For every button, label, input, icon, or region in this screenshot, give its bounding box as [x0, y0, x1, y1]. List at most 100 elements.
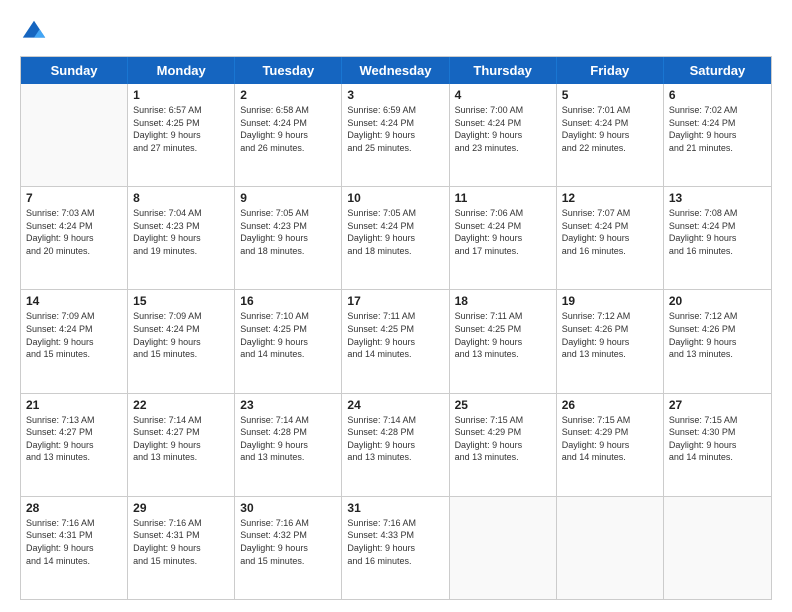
day-number: 13	[669, 191, 766, 205]
day-number: 23	[240, 398, 336, 412]
day-cell-12: 12 Sunrise: 7:07 AM Sunset: 4:24 PM Dayli…	[557, 187, 664, 289]
day-number: 21	[26, 398, 122, 412]
header	[20, 18, 772, 46]
day-cell-17: 17Sunrise: 7:11 AM Sunset: 4:25 PM Dayli…	[342, 290, 449, 392]
day-number: 15	[133, 294, 229, 308]
day-info: Sunrise: 7:16 AM Sunset: 4:31 PM Dayligh…	[26, 517, 122, 567]
day-number: 5	[562, 88, 658, 102]
day-number: 31	[347, 501, 443, 515]
day-number: 19	[562, 294, 658, 308]
day-info: Sunrise: 7:06 AM Sunset: 4:24 PM Dayligh…	[455, 207, 551, 257]
day-number: 30	[240, 501, 336, 515]
calendar-row-5: 28 Sunrise: 7:16 AM Sunset: 4:31 PM Dayli…	[21, 496, 771, 599]
day-cell-24: 24 Sunrise: 7:14 AM Sunset: 4:28 PM Dayli…	[342, 394, 449, 496]
day-info: Sunrise: 7:02 AM Sunset: 4:24 PM Dayligh…	[669, 104, 766, 154]
weekday-sunday: Sunday	[21, 57, 128, 84]
weekday-saturday: Saturday	[664, 57, 771, 84]
day-info: Sunrise: 6:57 AM Sunset: 4:25 PM Dayligh…	[133, 104, 229, 154]
day-info: Sunrise: 7:14 AM Sunset: 4:28 PM Dayligh…	[240, 414, 336, 464]
day-cell-5: 5 Sunrise: 7:01 AM Sunset: 4:24 PM Daylig…	[557, 84, 664, 186]
day-info: Sunrise: 7:16 AM Sunset: 4:32 PM Dayligh…	[240, 517, 336, 567]
day-cell-19: 19Sunrise: 7:12 AM Sunset: 4:26 PM Dayli…	[557, 290, 664, 392]
day-cell-4: 4 Sunrise: 7:00 AM Sunset: 4:24 PM Daylig…	[450, 84, 557, 186]
day-cell-3: 3 Sunrise: 6:59 AM Sunset: 4:24 PM Daylig…	[342, 84, 449, 186]
day-cell-11: 11 Sunrise: 7:06 AM Sunset: 4:24 PM Dayli…	[450, 187, 557, 289]
day-cell-18: 18Sunrise: 7:11 AM Sunset: 4:25 PM Dayli…	[450, 290, 557, 392]
day-cell-2: 2Sunrise: 6:58 AM Sunset: 4:24 PM Daylig…	[235, 84, 342, 186]
day-number: 4	[455, 88, 551, 102]
day-info: Sunrise: 7:15 AM Sunset: 4:30 PM Dayligh…	[669, 414, 766, 464]
calendar-header: SundayMondayTuesdayWednesdayThursdayFrid…	[21, 57, 771, 84]
day-cell-10: 10Sunrise: 7:05 AM Sunset: 4:24 PM Dayli…	[342, 187, 449, 289]
day-info: Sunrise: 7:04 AM Sunset: 4:23 PM Dayligh…	[133, 207, 229, 257]
day-info: Sunrise: 6:59 AM Sunset: 4:24 PM Dayligh…	[347, 104, 443, 154]
calendar-row-4: 21Sunrise: 7:13 AM Sunset: 4:27 PM Dayli…	[21, 393, 771, 496]
calendar: SundayMondayTuesdayWednesdayThursdayFrid…	[20, 56, 772, 600]
day-cell-30: 30 Sunrise: 7:16 AM Sunset: 4:32 PM Dayli…	[235, 497, 342, 599]
day-number: 2	[240, 88, 336, 102]
day-info: Sunrise: 7:01 AM Sunset: 4:24 PM Dayligh…	[562, 104, 658, 154]
day-cell-23: 23 Sunrise: 7:14 AM Sunset: 4:28 PM Dayli…	[235, 394, 342, 496]
day-cell-29: 29 Sunrise: 7:16 AM Sunset: 4:31 PM Dayli…	[128, 497, 235, 599]
day-info: Sunrise: 7:03 AM Sunset: 4:24 PM Dayligh…	[26, 207, 122, 257]
day-cell-6: 6 Sunrise: 7:02 AM Sunset: 4:24 PM Daylig…	[664, 84, 771, 186]
day-number: 28	[26, 501, 122, 515]
day-cell-15: 15 Sunrise: 7:09 AM Sunset: 4:24 PM Dayli…	[128, 290, 235, 392]
logo-icon	[20, 18, 48, 46]
day-info: Sunrise: 7:14 AM Sunset: 4:28 PM Dayligh…	[347, 414, 443, 464]
day-cell-14: 14 Sunrise: 7:09 AM Sunset: 4:24 PM Dayli…	[21, 290, 128, 392]
day-cell-27: 27 Sunrise: 7:15 AM Sunset: 4:30 PM Dayli…	[664, 394, 771, 496]
day-number: 20	[669, 294, 766, 308]
day-number: 9	[240, 191, 336, 205]
day-info: Sunrise: 7:11 AM Sunset: 4:25 PM Dayligh…	[347, 310, 443, 360]
empty-cell	[450, 497, 557, 599]
day-info: Sunrise: 7:15 AM Sunset: 4:29 PM Dayligh…	[455, 414, 551, 464]
day-info: Sunrise: 7:15 AM Sunset: 4:29 PM Dayligh…	[562, 414, 658, 464]
day-number: 26	[562, 398, 658, 412]
day-number: 8	[133, 191, 229, 205]
day-number: 3	[347, 88, 443, 102]
day-cell-31: 31 Sunrise: 7:16 AM Sunset: 4:33 PM Dayli…	[342, 497, 449, 599]
day-info: Sunrise: 7:05 AM Sunset: 4:23 PM Dayligh…	[240, 207, 336, 257]
day-cell-28: 28 Sunrise: 7:16 AM Sunset: 4:31 PM Dayli…	[21, 497, 128, 599]
day-cell-16: 16Sunrise: 7:10 AM Sunset: 4:25 PM Dayli…	[235, 290, 342, 392]
day-info: Sunrise: 7:16 AM Sunset: 4:33 PM Dayligh…	[347, 517, 443, 567]
day-cell-13: 13 Sunrise: 7:08 AM Sunset: 4:24 PM Dayli…	[664, 187, 771, 289]
day-info: Sunrise: 7:12 AM Sunset: 4:26 PM Dayligh…	[669, 310, 766, 360]
calendar-row-1: 1Sunrise: 6:57 AM Sunset: 4:25 PM Daylig…	[21, 84, 771, 186]
day-cell-22: 22Sunrise: 7:14 AM Sunset: 4:27 PM Dayli…	[128, 394, 235, 496]
calendar-body: 1Sunrise: 6:57 AM Sunset: 4:25 PM Daylig…	[21, 84, 771, 599]
day-cell-20: 20 Sunrise: 7:12 AM Sunset: 4:26 PM Dayli…	[664, 290, 771, 392]
weekday-thursday: Thursday	[450, 57, 557, 84]
day-info: Sunrise: 7:00 AM Sunset: 4:24 PM Dayligh…	[455, 104, 551, 154]
day-info: Sunrise: 7:10 AM Sunset: 4:25 PM Dayligh…	[240, 310, 336, 360]
day-info: Sunrise: 7:07 AM Sunset: 4:24 PM Dayligh…	[562, 207, 658, 257]
logo	[20, 18, 52, 46]
weekday-wednesday: Wednesday	[342, 57, 449, 84]
day-number: 11	[455, 191, 551, 205]
day-info: Sunrise: 7:08 AM Sunset: 4:24 PM Dayligh…	[669, 207, 766, 257]
day-number: 24	[347, 398, 443, 412]
empty-cell	[557, 497, 664, 599]
day-cell-8: 8 Sunrise: 7:04 AM Sunset: 4:23 PM Daylig…	[128, 187, 235, 289]
day-info: Sunrise: 7:09 AM Sunset: 4:24 PM Dayligh…	[26, 310, 122, 360]
day-number: 6	[669, 88, 766, 102]
page: SundayMondayTuesdayWednesdayThursdayFrid…	[0, 0, 792, 612]
day-number: 25	[455, 398, 551, 412]
day-number: 29	[133, 501, 229, 515]
day-number: 12	[562, 191, 658, 205]
day-cell-1: 1Sunrise: 6:57 AM Sunset: 4:25 PM Daylig…	[128, 84, 235, 186]
day-cell-25: 25 Sunrise: 7:15 AM Sunset: 4:29 PM Dayli…	[450, 394, 557, 496]
day-cell-9: 9 Sunrise: 7:05 AM Sunset: 4:23 PM Daylig…	[235, 187, 342, 289]
weekday-tuesday: Tuesday	[235, 57, 342, 84]
day-cell-21: 21Sunrise: 7:13 AM Sunset: 4:27 PM Dayli…	[21, 394, 128, 496]
calendar-row-2: 7 Sunrise: 7:03 AM Sunset: 4:24 PM Daylig…	[21, 186, 771, 289]
day-number: 14	[26, 294, 122, 308]
day-number: 7	[26, 191, 122, 205]
day-info: Sunrise: 7:09 AM Sunset: 4:24 PM Dayligh…	[133, 310, 229, 360]
empty-cell	[664, 497, 771, 599]
day-info: Sunrise: 7:16 AM Sunset: 4:31 PM Dayligh…	[133, 517, 229, 567]
day-info: Sunrise: 7:11 AM Sunset: 4:25 PM Dayligh…	[455, 310, 551, 360]
weekday-monday: Monday	[128, 57, 235, 84]
day-number: 27	[669, 398, 766, 412]
